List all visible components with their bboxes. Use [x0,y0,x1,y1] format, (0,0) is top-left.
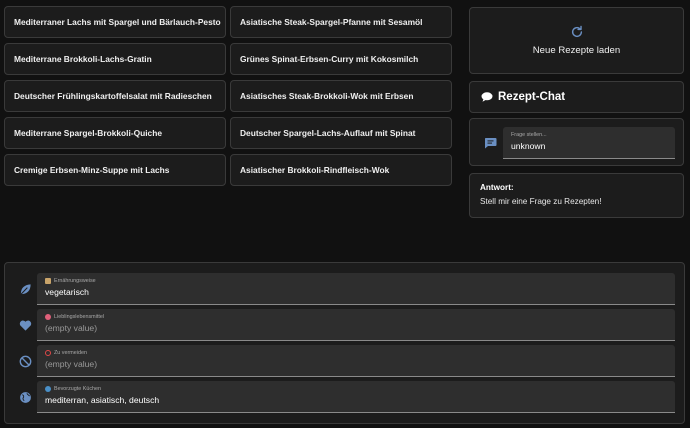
answer-card: Antwort: Stell mir eine Frage zu Rezepte… [469,173,684,218]
cuisines-value: mediterran, asiatisch, deutsch [45,395,160,405]
favorites-label: Lieblingslebensmittel [54,314,105,320]
pref-row-favorites: Lieblingslebensmittel (empty value) [5,309,686,341]
avoid-label: Zu vermeiden [54,350,87,356]
recipe-card[interactable]: Asiatische Steak-Spargel-Pfanne mit Sesa… [230,6,452,38]
cuisines-label: Bevorzugte Küchen [54,386,102,392]
answer-text: Stell mir eine Frage zu Rezepten! [480,197,602,206]
reload-recipes-button[interactable]: Neue Rezepte laden [469,7,684,74]
speech-bubble-icon [481,92,493,102]
block-icon [19,355,32,368]
diet-label-row: Ernährungsweise [45,278,667,284]
refresh-icon [571,25,582,38]
answer-title: Antwort: [480,183,514,192]
recipe-grid: Mediterraner Lachs mit Spargel und Bärla… [4,6,452,186]
bowl-icon [45,278,51,284]
favorites-field[interactable]: Lieblingslebensmittel (empty value) [37,309,675,341]
question-input-value: unknown [511,141,546,151]
question-input[interactable]: Frage stellen... unknown [503,127,675,159]
recipe-card[interactable]: Deutscher Spargel-Lachs-Auflauf mit Spin… [230,117,452,149]
recipe-card[interactable]: Grünes Spinat-Erbsen-Curry mit Kokosmilc… [230,43,452,75]
chat-header: Rezept-Chat [469,81,684,113]
preferences-panel: Ernährungsweise vegetarisch Lieblingsleb… [4,262,685,424]
cuisines-field[interactable]: Bevorzugte Küchen mediterran, asiatisch,… [37,381,675,413]
pref-row-avoid: Zu vermeiden (empty value) [5,345,686,377]
recipe-card[interactable]: Mediterrane Spargel-Brokkoli-Quiche [4,117,226,149]
heart-icon [19,320,32,331]
chat-title: Rezept-Chat [498,91,566,103]
recipe-card[interactable]: Mediterraner Lachs mit Spargel und Bärla… [4,6,226,38]
no-entry-icon [45,350,51,356]
avoid-label-row: Zu vermeiden [45,350,667,356]
heart-emoji-icon [45,314,51,320]
avoid-field[interactable]: Zu vermeiden (empty value) [37,345,675,377]
recipe-card[interactable]: Deutscher Frühlingskartoffelsalat mit Ra… [4,80,226,112]
reload-recipes-label: Neue Rezepte laden [532,45,621,56]
favorites-label-row: Lieblingslebensmittel [45,314,667,320]
recipe-card[interactable]: Asiatischer Brokkoli-Rindfleisch-Wok [230,154,452,186]
pref-row-cuisines: Bevorzugte Küchen mediterran, asiatisch,… [5,381,686,413]
recipe-card[interactable]: Mediterrane Brokkoli-Lachs-Gratin [4,43,226,75]
favorites-value: (empty value) [45,323,98,333]
globe-emoji-icon [45,386,51,392]
avoid-value: (empty value) [45,359,98,369]
pref-row-diet: Ernährungsweise vegetarisch [5,273,686,305]
diet-value: vegetarisch [45,287,89,297]
question-card: Frage stellen... unknown [469,118,684,166]
cuisines-label-row: Bevorzugte Küchen [45,386,667,392]
globe-icon [20,392,31,403]
recipe-card[interactable]: Cremige Erbsen-Minz-Suppe mit Lachs [4,154,226,186]
diet-label: Ernährungsweise [54,278,96,284]
recipe-card[interactable]: Asiatisches Steak-Brokkoli-Wok mit Erbse… [230,80,452,112]
diet-field[interactable]: Ernährungsweise vegetarisch [37,273,675,305]
leaf-icon [20,284,31,296]
app-root: Mediterraner Lachs mit Spargel und Bärla… [0,0,690,428]
chat-icon [484,138,497,149]
question-input-label: Frage stellen... [511,132,547,138]
